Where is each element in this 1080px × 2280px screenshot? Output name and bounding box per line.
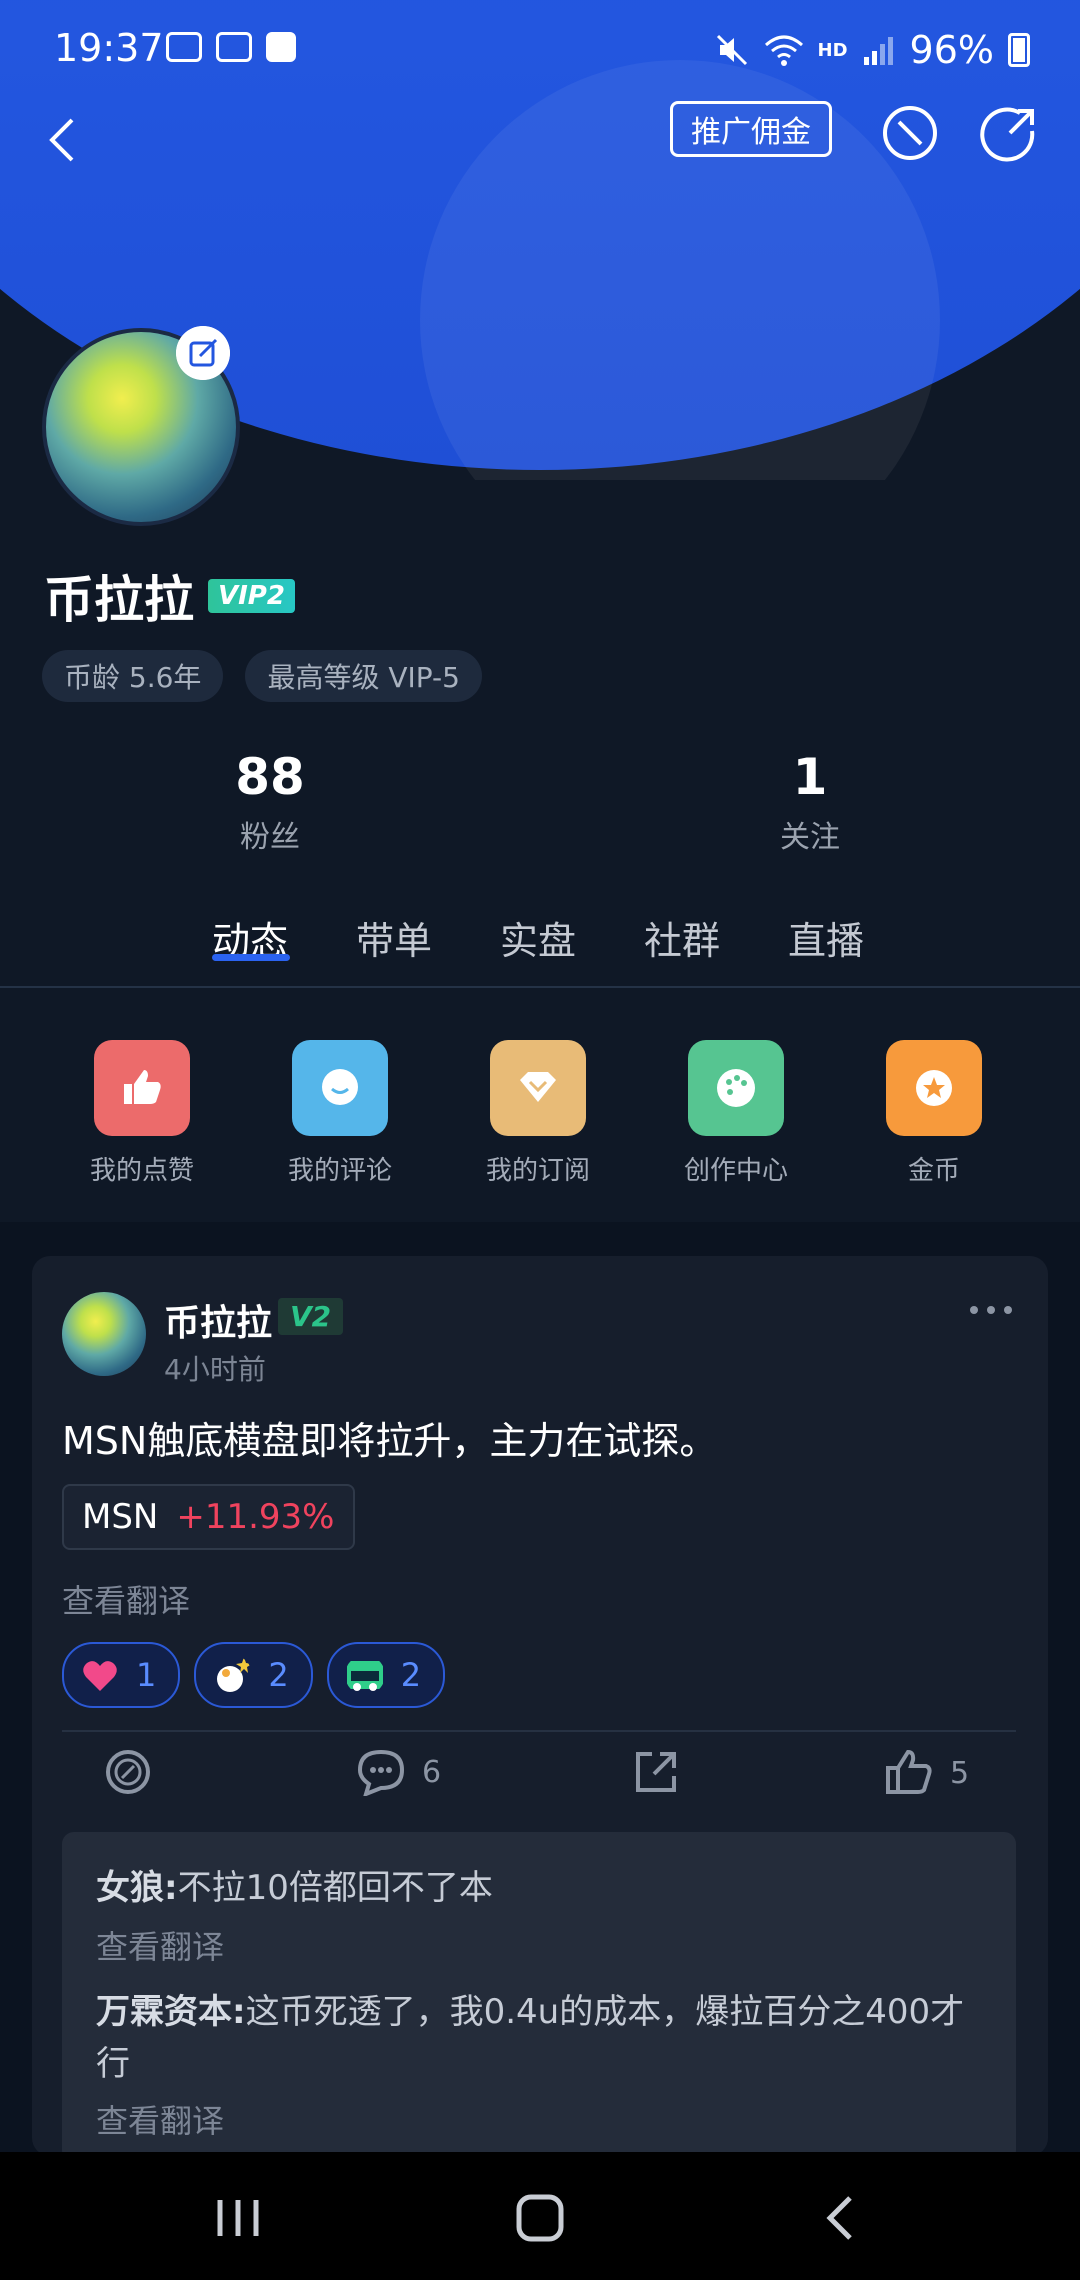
status-time: 19:37: [54, 26, 164, 70]
followers-count: 88: [235, 748, 305, 806]
ok-hand-icon: [217, 1657, 253, 1692]
wifi-icon: [764, 35, 803, 66]
thumbs-up-icon: [94, 1040, 190, 1136]
hodl-sticker-icon: [346, 1661, 383, 1691]
notification-icon: [166, 32, 202, 62]
block-icon[interactable]: [880, 103, 940, 163]
back-arrow-icon[interactable]: [40, 110, 90, 170]
comment-item: 女狼:不拉10倍都回不了本: [96, 1862, 976, 1914]
post-actions: 6 5: [0, 1748, 1080, 1808]
share-icon[interactable]: [980, 103, 1040, 163]
reaction-heart[interactable]: 1: [62, 1642, 181, 1708]
post-time: 4小时前: [164, 1353, 266, 1386]
comment-user: 女狼:: [96, 1868, 178, 1908]
check-notification-icon: [266, 32, 296, 62]
shortcut-my-subscriptions[interactable]: 我的订阅: [458, 1040, 618, 1187]
highest-level-tag: 最高等级 VIP-5: [245, 650, 482, 702]
heart-icon: [83, 1661, 117, 1691]
hd-indicator: HD: [817, 39, 848, 61]
divider: [0, 986, 1080, 988]
ticker-change: +11.93%: [176, 1497, 335, 1537]
profile-tabs: 动态 带单 实盘 社群 直播: [0, 902, 1080, 984]
translate-link[interactable]: 查看翻译: [62, 1576, 190, 1622]
coin-age-tag: 币龄 5.6年: [42, 650, 224, 702]
post-author-name[interactable]: 币拉拉: [164, 1294, 272, 1346]
tab-community[interactable]: 社群: [644, 910, 720, 965]
edit-avatar-icon[interactable]: [176, 326, 230, 380]
tab-livestream[interactable]: 直播: [788, 910, 864, 965]
comment-count: 6: [422, 1754, 442, 1790]
following-label: 关注: [780, 820, 840, 855]
back-icon[interactable]: [812, 2188, 872, 2248]
post-text: MSN触底横盘即将拉升，主力在试探。: [62, 1419, 718, 1463]
profile-tags: 币龄 5.6年 最高等级 VIP-5: [42, 650, 482, 702]
reactions-row: 1 2 2: [62, 1642, 446, 1708]
home-icon[interactable]: [510, 2188, 570, 2248]
followers-stat[interactable]: 88 粉丝: [170, 748, 370, 856]
following-count: 1: [792, 748, 828, 806]
comment-item: 万霖资本:这币死透了，我0.4u的成本，爆拉百分之400才行: [96, 1986, 976, 2090]
like-count: 5: [950, 1755, 970, 1791]
vip-badge: VIP2: [208, 579, 295, 613]
coin-icon: [106, 1750, 150, 1794]
tip-button[interactable]: [104, 1748, 152, 1796]
followers-label: 粉丝: [240, 820, 300, 855]
tab-live-account[interactable]: 实盘: [500, 910, 576, 965]
ticker-symbol: MSN: [82, 1497, 159, 1537]
mute-icon: [716, 34, 747, 66]
tab-copy-trading[interactable]: 带单: [356, 910, 432, 965]
palette-icon: [688, 1040, 784, 1136]
comment-button[interactable]: 6: [356, 1748, 441, 1796]
signal-icon: [863, 37, 893, 65]
diamond-icon: [490, 1040, 586, 1136]
profile-name: 币拉拉: [44, 571, 194, 629]
more-options-icon[interactable]: [968, 1300, 1014, 1320]
comment-icon: [357, 1749, 405, 1796]
like-button[interactable]: 5: [884, 1748, 969, 1798]
reaction-hodl[interactable]: 2: [326, 1642, 446, 1708]
chat-bubble-icon: [292, 1040, 388, 1136]
battery-percent: 96%: [909, 28, 994, 72]
thumbs-up-icon: [886, 1749, 932, 1794]
shortcut-grid: 我的点赞 我的评论 我的订阅 创作中心 金币: [0, 1040, 1080, 1190]
shortcut-coins[interactable]: 金币: [854, 1040, 1014, 1187]
top-navigation: 推广佣金: [0, 95, 1080, 185]
share-post-button[interactable]: [632, 1748, 680, 1796]
shortcut-creator-center[interactable]: 创作中心: [656, 1040, 816, 1187]
shortcut-my-comments[interactable]: 我的评论: [260, 1040, 420, 1187]
status-bar: 19:37 HD 96%: [0, 0, 1080, 100]
post-author-badge: V2: [278, 1298, 344, 1335]
comment-user: 万霖资本:: [96, 1992, 246, 2032]
coin-star-icon: [886, 1040, 982, 1136]
translate-link[interactable]: 查看翻译: [96, 1922, 224, 1968]
promo-commission-button[interactable]: 推广佣金: [670, 101, 832, 157]
translate-link[interactable]: 查看翻译: [96, 2096, 224, 2142]
divider: [62, 1730, 1016, 1732]
ticker-chip[interactable]: MSN +11.93%: [62, 1484, 355, 1550]
active-tab-indicator: [212, 954, 290, 961]
shortcut-my-likes[interactable]: 我的点赞: [62, 1040, 222, 1187]
system-navigation-bar: [0, 2152, 1080, 2280]
recent-apps-icon[interactable]: [208, 2188, 268, 2248]
comment-text: 不拉10倍都回不了本: [177, 1868, 493, 1908]
reaction-ok-hand[interactable]: 2: [194, 1642, 313, 1708]
post-author-avatar[interactable]: [62, 1292, 146, 1376]
battery-icon: [1008, 33, 1030, 67]
share-icon: [636, 1752, 676, 1792]
following-stat[interactable]: 1 关注: [710, 748, 910, 856]
notification-icon: [216, 32, 252, 62]
